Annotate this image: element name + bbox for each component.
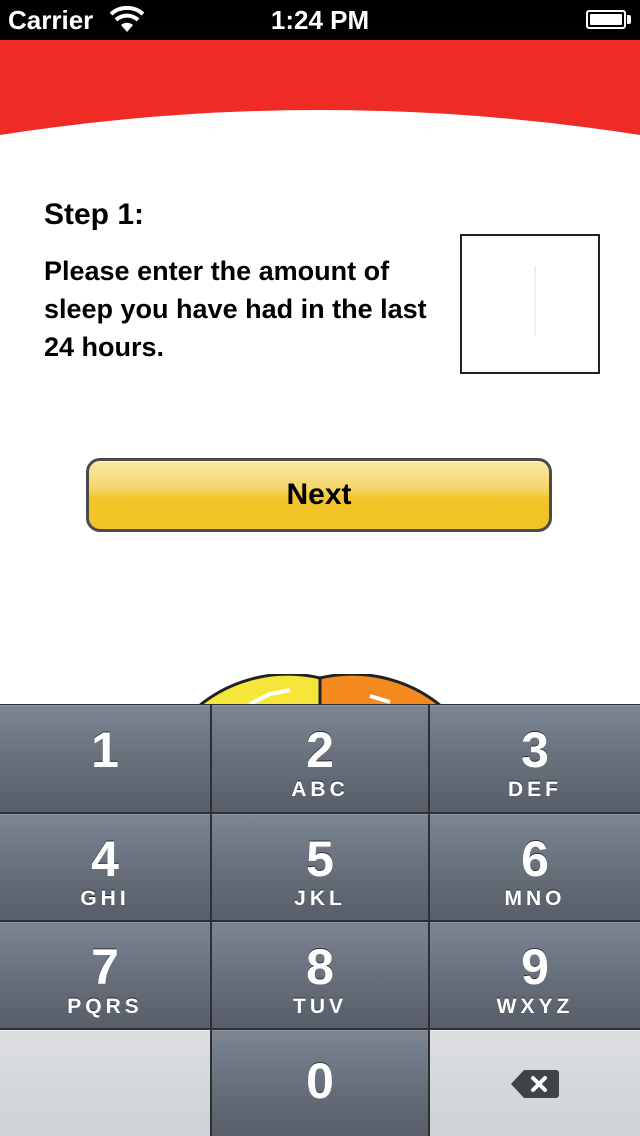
key-digit: 1 <box>91 722 119 778</box>
number-keypad: 1 2 ABC 3 DEF 4 GHI 5 JKL 6 MNO 7 PQRS 8… <box>0 704 640 1136</box>
key-letters: PQRS <box>67 995 143 1018</box>
key-digit: 6 <box>521 831 549 887</box>
key-4[interactable]: 4 GHI <box>0 814 210 920</box>
key-7[interactable]: 7 PQRS <box>0 922 210 1028</box>
key-3[interactable]: 3 DEF <box>430 705 640 812</box>
key-letters: JKL <box>294 887 346 910</box>
key-9[interactable]: 9 WXYZ <box>430 922 640 1028</box>
key-5[interactable]: 5 JKL <box>212 814 428 920</box>
key-letters: MNO <box>504 887 566 910</box>
key-0[interactable]: 0 <box>212 1030 428 1136</box>
key-letters: DEF <box>508 778 562 801</box>
status-time: 1:24 PM <box>270 5 370 35</box>
key-digit: 7 <box>91 939 119 995</box>
backspace-icon <box>511 1069 559 1098</box>
key-letters: ABC <box>291 778 349 801</box>
key-letters: GHI <box>80 887 130 910</box>
status-bar: Carrier 1:24 PM <box>0 0 640 40</box>
key-letters: WXYZ <box>496 995 574 1018</box>
key-6[interactable]: 6 MNO <box>430 814 640 920</box>
key-digit: 9 <box>521 939 549 995</box>
header-banner <box>0 40 640 135</box>
text-caret <box>534 266 536 336</box>
delete-key[interactable] <box>430 1030 640 1136</box>
key-digit: 2 <box>306 722 334 778</box>
key-digit: 8 <box>306 939 334 995</box>
battery-tip <box>627 15 631 24</box>
key-letters: TUV <box>293 995 347 1018</box>
key-blank <box>0 1030 210 1136</box>
key-2[interactable]: 2 ABC <box>212 705 428 812</box>
key-digit: 5 <box>306 831 334 887</box>
step-instruction: Please enter the amount of sleep you hav… <box>44 256 427 362</box>
key-digit: 3 <box>521 722 549 778</box>
step-title: Step 1: <box>44 198 145 231</box>
battery-icon <box>586 10 626 29</box>
sleep-hours-input[interactable] <box>460 234 600 374</box>
key-1[interactable]: 1 <box>0 705 210 812</box>
key-digit: 0 <box>306 1053 334 1109</box>
key-8[interactable]: 8 TUV <box>212 922 428 1028</box>
key-digit: 4 <box>91 831 119 887</box>
next-button[interactable]: Next <box>86 458 552 532</box>
